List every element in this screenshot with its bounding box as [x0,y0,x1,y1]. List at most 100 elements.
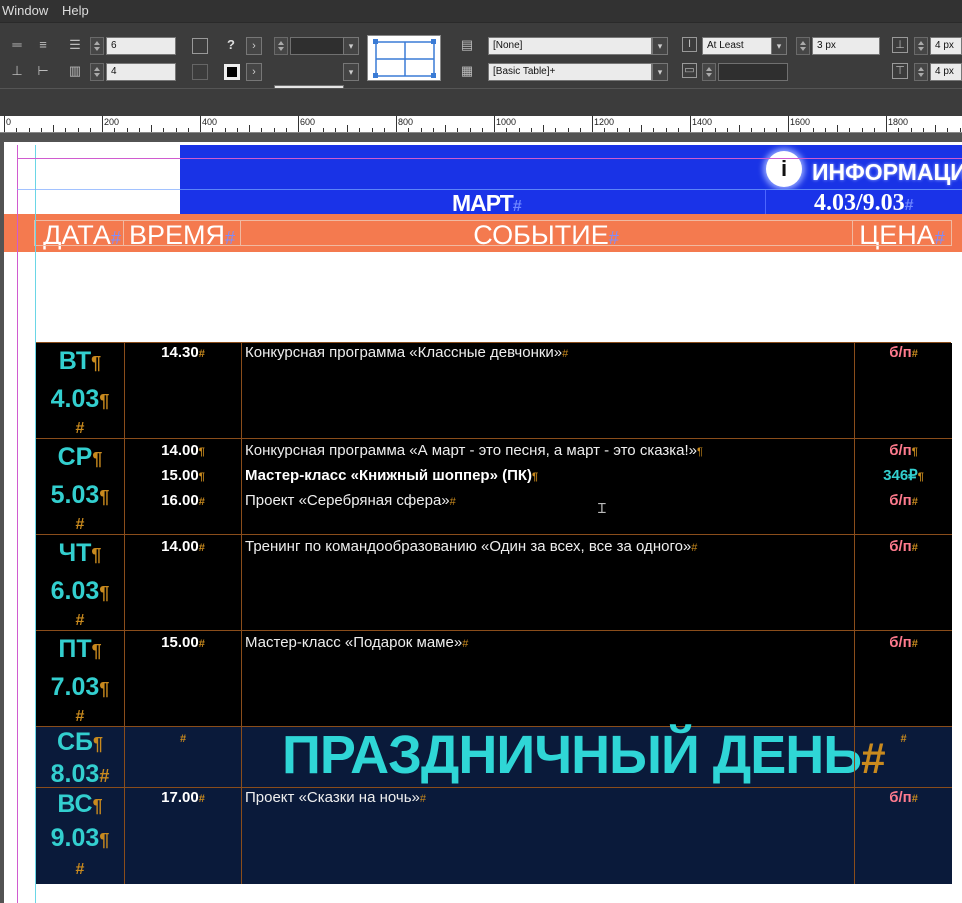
rows-input[interactable]: 6 [106,37,176,55]
table-style-select[interactable]: [Basic Table]+ [488,63,652,81]
ruler-tick [41,128,42,132]
cell-style-select[interactable]: [None] [488,37,652,55]
columns-stepper[interactable] [90,63,104,81]
ruler-tick [935,125,936,132]
row-height-mode-select[interactable]: At Least [702,37,772,55]
time-cell[interactable]: 14.00# [124,535,241,630]
ruler-tick [408,128,409,132]
ruler-tick [16,128,17,132]
ruler-tick [127,128,128,132]
row-height-input[interactable]: 3 px [812,37,880,55]
cell-stroke-proxy[interactable] [367,35,441,81]
rows-stepper[interactable] [90,37,104,55]
row-height-stepper[interactable] [796,37,810,55]
price-cell[interactable]: # [854,727,952,787]
time-cell[interactable]: # [124,727,241,787]
price-cell[interactable]: б/п¶ 346₽¶ б/п# [854,439,952,534]
ruler-tick [776,128,777,132]
row-height-mode-dropdown[interactable]: ▾ [771,37,787,55]
stroke-menu-button[interactable]: › [246,37,262,55]
table-row[interactable]: ВТ¶ 4.03¶ # 14.30# Конкурсная программа … [36,343,952,439]
ruler-tick [617,128,618,132]
stroke-weight-dropdown[interactable]: ▾ [343,37,359,55]
ruler-tick [445,125,446,132]
margin-guide[interactable] [17,158,962,159]
day-cell[interactable]: ЧТ¶ 6.03¶ # [36,535,124,630]
ruler-tick [359,128,360,132]
ruler-tick [494,116,495,132]
price-cell[interactable]: б/п# [854,788,952,884]
price-cell[interactable]: б/п# [854,535,952,630]
schedule-table[interactable]: ВТ¶ 4.03¶ # 14.30# Конкурсная программа … [35,342,952,884]
max-height-input[interactable] [718,63,788,81]
ruler-tick [604,128,605,132]
table-header-row[interactable]: ДАТА# ВРЕМЯ# СОБЫТИЕ# ЦЕНА# [4,214,962,252]
inset-top-stepper[interactable] [914,37,928,55]
align-top-icon[interactable]: ═ [8,37,26,55]
max-height-icon: ▭ [682,63,697,78]
ruler-tick [372,128,373,132]
merge-cells-icon[interactable] [192,38,208,54]
inset-top-input[interactable]: 4 px [930,37,962,55]
ruler-label: 800 [398,117,414,127]
ruler-tick [78,128,79,132]
table-row-holiday[interactable]: СБ¶ 8.03# # ПРАЗДНИЧНЫЙ ДЕНЬ# # [36,725,952,788]
ruler-tick [482,128,483,132]
ruler-tick [421,128,422,132]
event-cell[interactable]: Конкурсная программа «А март - это песня… [241,439,854,534]
time-cell[interactable]: 17.00# [124,788,241,884]
stroke-weight-stepper[interactable] [274,37,288,55]
ruler-tick [947,128,948,132]
event-cell[interactable]: Конкурсная программа «Классные девчонки»… [241,343,854,438]
event-cell[interactable]: Мастер-класс «Подарок маме»# [241,631,854,726]
day-cell[interactable]: ВТ¶ 4.03¶ # [36,343,124,438]
menu-help[interactable]: Help [62,3,89,18]
align-center-icon[interactable]: ≡ [34,37,52,55]
time-cell[interactable]: 14.00¶ 15.00¶ 16.00# [124,439,241,534]
ruler-tick [629,128,630,132]
max-height-stepper[interactable] [702,63,716,81]
table-row[interactable]: ПТ¶ 7.03¶ # 15.00# Мастер-класс «Подарок… [36,631,952,727]
help-icon[interactable]: ? [222,37,240,55]
menu-window[interactable]: Window [2,3,48,18]
ruler-label: 1600 [790,117,811,127]
table-style-dropdown[interactable]: ▾ [652,63,668,81]
ruler-tick [715,128,716,132]
inset-bottom-input[interactable]: 4 px [930,63,962,81]
columns-input[interactable]: 4 [106,63,176,81]
time-cell[interactable]: 15.00# [124,631,241,726]
stroke-type-dropdown[interactable]: ▾ [343,63,359,81]
day-cell[interactable]: СБ¶ 8.03# [36,727,124,788]
ruler-tick [335,128,336,132]
day-cell[interactable]: ПТ¶ 7.03¶ # [36,631,124,726]
ruler-tick [151,125,152,132]
price-cell[interactable]: б/п# [854,343,952,438]
day-cell[interactable]: ВС¶ 9.03¶ # [36,788,124,884]
ruler-label: 0 [6,117,12,127]
day-cell[interactable]: СР¶ 5.03¶ # [36,439,124,534]
cell-style-dropdown[interactable]: ▾ [652,37,668,55]
price-cell[interactable]: б/п# [854,631,952,726]
stroke-swatch-icon[interactable] [224,64,240,80]
table-row[interactable]: ВС¶ 9.03¶ # 17.00# Проект «Сказки на ноч… [36,788,952,884]
time-cell[interactable]: 14.30# [124,343,241,438]
table-row[interactable]: СР¶ 5.03¶ # 14.00¶ 15.00¶ 16.00# Конкурс… [36,439,952,535]
event-cell[interactable]: Проект «Сказки на ночь»# [241,788,854,884]
unmerge-cells-icon[interactable] [192,64,208,80]
justify-vertical-icon[interactable]: ⊢ [34,63,52,81]
table-row[interactable]: ЧТ¶ 6.03¶ # 14.00# Тренинг по командообр… [36,535,952,631]
column-guide[interactable] [35,145,36,903]
event-cell[interactable]: ПРАЗДНИЧНЫЙ ДЕНЬ# [241,725,886,787]
ruler-tick [176,128,177,132]
ruler-guide[interactable] [17,189,962,190]
stroke-weight-input[interactable] [290,37,344,55]
event-cell[interactable]: Тренинг по командообразованию «Один за в… [241,535,854,630]
ruler-tick [323,128,324,132]
columns-icon: ▥ [68,63,82,78]
margin-guide[interactable] [17,145,18,903]
inset-bottom-stepper[interactable] [914,63,928,81]
align-bottom-icon[interactable]: ⊥ [8,63,26,81]
horizontal-ruler[interactable]: 0 200 400 600 800 1000 1200 1400 1600 18… [0,116,962,133]
stroke-swatch-menu-button[interactable]: › [246,63,262,81]
ruler-tick [249,125,250,132]
